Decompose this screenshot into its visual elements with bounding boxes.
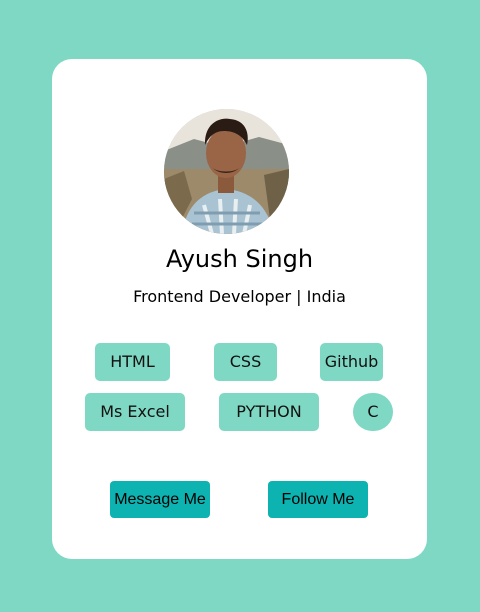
skill-tag-css[interactable]: CSS: [214, 343, 277, 381]
skill-tag-github[interactable]: Github: [320, 343, 383, 381]
skill-tag-python[interactable]: PYTHON: [219, 393, 319, 431]
message-me-button[interactable]: Message Me: [110, 481, 210, 518]
skill-tag-ms-excel[interactable]: Ms Excel: [85, 393, 185, 431]
avatar: [164, 109, 289, 234]
profile-card: Ayush Singh Frontend Developer | India H…: [52, 59, 427, 559]
avatar-photo: [164, 109, 289, 234]
skill-tag-html[interactable]: HTML: [95, 343, 170, 381]
profile-name: Ayush Singh: [165, 245, 314, 273]
profile-subtitle: Frontend Developer | India: [133, 287, 346, 306]
follow-me-button[interactable]: Follow Me: [268, 481, 368, 518]
skill-tag-c[interactable]: C: [353, 393, 393, 431]
